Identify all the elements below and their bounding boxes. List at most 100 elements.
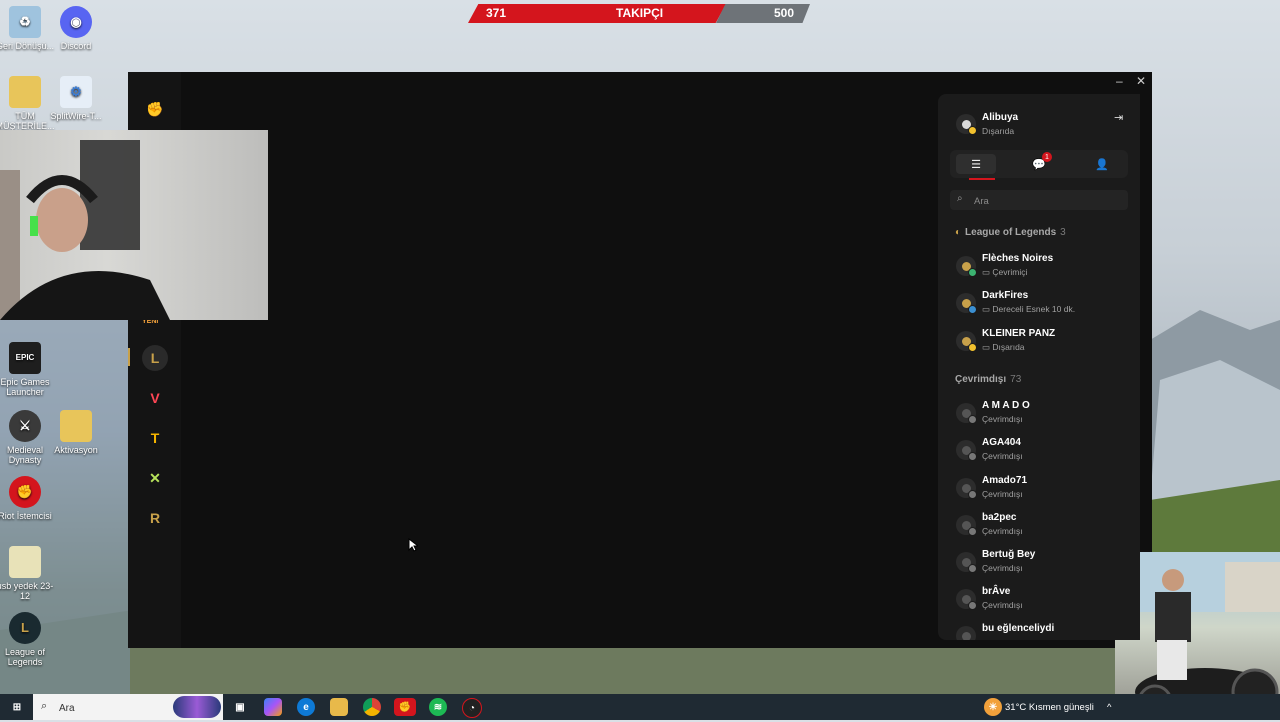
avatar [956, 589, 977, 610]
friend-name: bu eğlenceliydi [982, 623, 1055, 634]
webcam-overlay-streamer [0, 130, 268, 320]
friend-name: Bertuğ Bey [982, 549, 1036, 560]
spotify-icon[interactable]: ≋ [429, 698, 447, 716]
friend-name: DarkFires [982, 290, 1029, 301]
chrome-icon[interactable] [363, 698, 381, 716]
edge-icon[interactable]: e [297, 698, 315, 716]
weather-text[interactable]: 31°C Kısmen güneşli [1005, 702, 1094, 713]
friend-row[interactable]: ba2pec Çevrimdışı [938, 509, 1140, 545]
desktop-icon-label: League of Legends [4, 647, 46, 667]
friend-name: ba2pec [982, 512, 1017, 523]
folder-icon [9, 76, 41, 108]
2xko-icon[interactable]: ✕ [142, 465, 168, 491]
status-indicator [968, 268, 977, 277]
friend-row[interactable]: KLEINER PANZ ▭ Dışarıda [938, 325, 1140, 361]
riot-client-taskbar-icon[interactable]: ✊ [394, 698, 416, 716]
desktop-icon-label: Discord [60, 41, 92, 51]
friend-row[interactable]: Amado71 Çevrimdışı [938, 472, 1140, 508]
friend-row[interactable]: Bertuğ Bey Çevrimdışı [938, 546, 1140, 582]
group-header-league[interactable]: ◐ League of Legends 3 [955, 227, 1066, 238]
avatar [956, 293, 977, 314]
desktop-icon-epic-games[interactable]: EPIC Epic Games Launcher [0, 342, 55, 397]
friend-status: ▭ Dışarıda [982, 342, 1025, 353]
active-indicator [128, 348, 130, 366]
taskbar-search-input[interactable] [57, 694, 191, 722]
copilot-icon[interactable] [264, 698, 282, 716]
friend-status: Çevrimdışı [982, 414, 1023, 424]
tab-friends-list[interactable]: ☰ [956, 154, 996, 174]
avatar[interactable] [956, 114, 977, 135]
friend-name: A M A D O [982, 400, 1030, 411]
file-explorer-icon[interactable] [330, 698, 348, 716]
friend-name: brÂve [982, 586, 1011, 597]
friend-status: Çevrimdışı [982, 563, 1023, 573]
current-user-name: Alibuya [982, 112, 1019, 123]
follower-goal: 500 [774, 6, 795, 20]
friend-status: Çevrimdışı [982, 600, 1023, 610]
friend-row[interactable]: AGA404 Çevrimdışı [938, 434, 1140, 470]
app-recording-icon[interactable]: ◔ [462, 698, 482, 718]
splitwire-icon: ⚙ [60, 76, 92, 108]
tab-add-friend[interactable]: 👤 [1082, 154, 1122, 174]
friend-row[interactable]: brÂve Çevrimdışı [938, 583, 1140, 619]
friend-row[interactable]: DarkFires ▭ Dereceli Esnek 10 dk. [938, 287, 1140, 323]
messages-badge: 1 [1042, 152, 1052, 162]
taskbar-search: ⌕ [33, 694, 223, 722]
weather-icon[interactable]: ☀ [984, 698, 1002, 716]
status-indicator [968, 601, 977, 610]
desktop-icon-riot-client[interactable]: ✊ Riot İstemcisi [0, 476, 55, 521]
windows-start-icon[interactable]: ⊞ [8, 698, 26, 716]
friend-name: Flèches Noires [982, 253, 1054, 264]
desktop-icon-league-of-legends[interactable]: L League of Legends [0, 612, 55, 667]
collapse-panel-icon[interactable]: ⇥ [1114, 111, 1123, 124]
follower-label: TAKIPÇI [616, 6, 664, 20]
task-view-icon[interactable]: ▣ [231, 698, 249, 716]
discord-icon: ◉ [60, 6, 92, 38]
friend-name: KLEINER PANZ [982, 328, 1056, 339]
epic-games-icon: EPIC [9, 342, 41, 374]
friend-status: ▭ Dereceli Esnek 10 dk. [982, 304, 1075, 315]
tab-messages[interactable]: 💬 [1019, 154, 1059, 174]
friend-status-text: Çevrimiçi [992, 267, 1028, 277]
desktop-icon-aktivasyon[interactable]: Aktivasyon [46, 410, 106, 455]
friend-row[interactable]: A M A D O Çevrimdışı [938, 397, 1140, 433]
desktop-icon-usb-yedek[interactable]: usb yedek 23-12 [0, 546, 55, 601]
avatar [956, 552, 977, 573]
desktop-icon-label: usb yedek 23-12 [0, 581, 54, 601]
group-title: Çevrimdışı [955, 374, 1007, 385]
list-icon: ☰ [971, 158, 981, 171]
friends-search-input[interactable] [972, 190, 1126, 212]
chevron-up-icon[interactable]: ^ [1107, 702, 1111, 713]
close-button[interactable]: ✕ [1136, 74, 1146, 88]
minimize-button[interactable]: – [1116, 74, 1123, 88]
recycle-bin-icon: ♻ [9, 6, 41, 38]
friend-row[interactable]: Flèches Noires ▭ Çevrimiçi [938, 250, 1140, 286]
avatar [956, 403, 977, 424]
follower-goal-bar: 371 TAKIPÇI 500 [468, 4, 810, 23]
search-icon: ⌕ [957, 193, 963, 204]
teamfight-tactics-icon[interactable]: T [142, 425, 168, 451]
medieval-dynasty-icon: ⚔ [9, 410, 41, 442]
webcam-image [0, 140, 170, 320]
add-friend-icon: 👤 [1095, 158, 1109, 171]
group-header-offline[interactable]: Çevrimdışı 73 [955, 374, 1021, 385]
follower-current: 371 [486, 6, 507, 20]
follower-progress-remaining [716, 4, 810, 23]
mouse-cursor-icon [408, 538, 418, 552]
friend-name: Amado71 [982, 475, 1028, 486]
desktop-icon-discord[interactable]: ◉ Discord [46, 6, 106, 51]
friend-row[interactable]: bu eğlenceliydi [938, 620, 1140, 640]
file-archive-icon [9, 546, 41, 578]
valorant-icon[interactable]: V [142, 385, 168, 411]
friend-name: AGA404 [982, 437, 1021, 448]
legends-of-runeterra-icon[interactable]: R [142, 505, 168, 531]
league-of-legends-icon[interactable]: L [142, 345, 168, 371]
status-indicator [968, 452, 977, 461]
desktop-icon-splitwire[interactable]: ⚙ SplitWire-T... [46, 76, 106, 121]
friends-tabs: ☰ 💬 👤 [950, 150, 1128, 178]
avatar [956, 331, 977, 352]
riot-logo-icon[interactable]: ✊ [142, 96, 168, 122]
status-indicator [968, 527, 977, 536]
status-indicator [968, 343, 977, 352]
search-icon: ⌕ [41, 700, 48, 712]
